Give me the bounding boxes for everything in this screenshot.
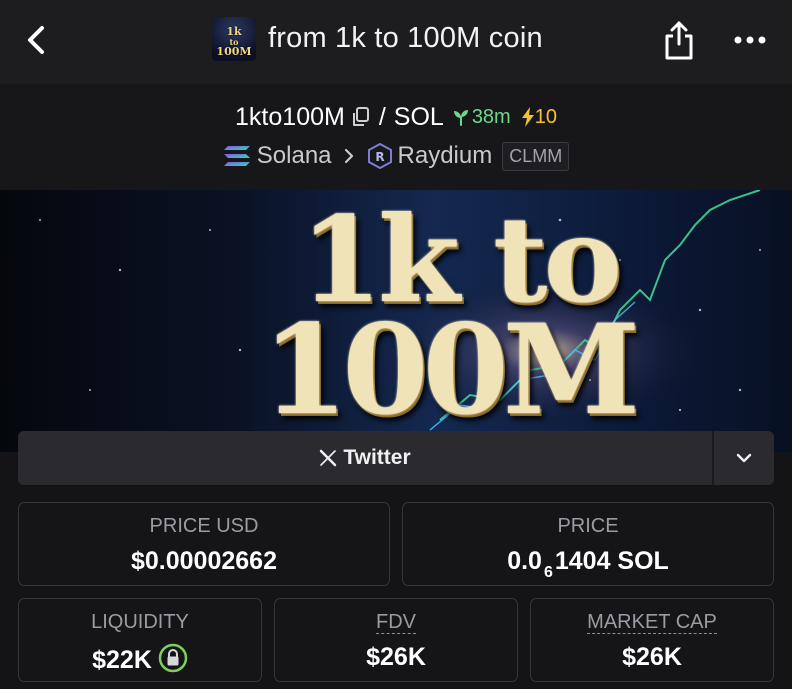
liquidity-card: LIQUIDITY $22K bbox=[18, 598, 262, 682]
chevron-down-icon bbox=[736, 453, 752, 463]
banner-title: 1k to 100M bbox=[0, 190, 792, 452]
dex-link[interactable]: Raydium bbox=[398, 142, 493, 170]
market-cap-label[interactable]: MARKET CAP bbox=[587, 611, 717, 634]
market-cap-value: $26K bbox=[622, 643, 682, 671]
token-logo: 1k to 100M bbox=[212, 17, 256, 61]
twitter-label: Twitter bbox=[343, 446, 411, 469]
raydium-icon: R bbox=[367, 143, 392, 169]
x-icon bbox=[320, 449, 337, 467]
token-logo-line3: 100M bbox=[216, 45, 252, 58]
social-more-button[interactable] bbox=[714, 431, 774, 485]
banner-title-line2: 100M bbox=[262, 298, 640, 443]
fdv-card: FDV $26K bbox=[274, 598, 518, 682]
market-cap-card: MARKET CAP $26K bbox=[530, 598, 774, 682]
pair-age: 38m bbox=[471, 105, 511, 128]
more-options-button[interactable] bbox=[732, 28, 768, 52]
lightning-icon bbox=[521, 107, 534, 127]
svg-text:R: R bbox=[375, 150, 384, 164]
boost-badge: 10 bbox=[521, 106, 557, 129]
fdv-label-wrap: FDV bbox=[275, 611, 517, 634]
chain-breadcrumb: Solana R Raydium CLMM bbox=[0, 140, 792, 172]
price-usd-label: PRICE USD bbox=[149, 515, 259, 537]
price-native-label: PRICE bbox=[557, 515, 619, 537]
price-native-value: 0.0 61404 SOL bbox=[403, 547, 773, 581]
back-button[interactable] bbox=[22, 22, 52, 58]
fdv-value: $26K bbox=[366, 643, 426, 671]
social-links: Twitter bbox=[18, 431, 774, 485]
page-title: from 1k to 100M coin bbox=[268, 22, 543, 54]
pair-info: 1kto100M / SOL 38m 10 Solana R Raydium C… bbox=[0, 84, 792, 190]
more-horizontal-icon bbox=[734, 36, 766, 44]
seedling-icon bbox=[453, 110, 468, 126]
quote-symbol: SOL bbox=[393, 102, 444, 131]
chain-link[interactable]: Solana bbox=[257, 142, 332, 170]
share-button[interactable] bbox=[662, 18, 696, 62]
liquidity-value: $22K bbox=[92, 646, 152, 674]
price-prefix: 0.0 bbox=[507, 547, 542, 575]
market-cap-label-wrap: MARKET CAP bbox=[531, 611, 773, 634]
boost-count: 10 bbox=[534, 105, 557, 128]
pool-type-badge: CLMM bbox=[502, 141, 570, 171]
price-zero-count: 6 bbox=[543, 564, 553, 581]
chevron-right-icon bbox=[344, 148, 353, 164]
price-native-card: PRICE 0.0 61404 SOL bbox=[402, 502, 774, 586]
price-usd-card: PRICE USD $0.00002662 bbox=[18, 502, 390, 586]
top-bar: 1k to 100M from 1k to 100M coin bbox=[0, 0, 792, 84]
copy-icon[interactable] bbox=[351, 106, 371, 128]
fdv-label[interactable]: FDV bbox=[376, 611, 416, 634]
liquidity-label: LIQUIDITY bbox=[91, 611, 189, 633]
lock-icon[interactable] bbox=[158, 643, 188, 673]
liquidity-value-row: $22K bbox=[19, 643, 261, 675]
twitter-button[interactable]: Twitter bbox=[18, 431, 712, 485]
share-icon bbox=[665, 21, 693, 60]
token-symbol: 1kto100M bbox=[235, 102, 345, 131]
solana-icon bbox=[223, 146, 250, 166]
token-banner-image: 1k to 100M bbox=[0, 190, 792, 452]
price-suffix: 1404 SOL bbox=[554, 547, 669, 575]
pair-row: 1kto100M / SOL 38m 10 bbox=[0, 102, 792, 132]
pair-separator: / bbox=[378, 102, 386, 131]
chevron-left-icon bbox=[28, 26, 44, 54]
pair-age-badge: 38m bbox=[452, 106, 511, 129]
price-usd-value: $0.00002662 bbox=[131, 547, 277, 575]
